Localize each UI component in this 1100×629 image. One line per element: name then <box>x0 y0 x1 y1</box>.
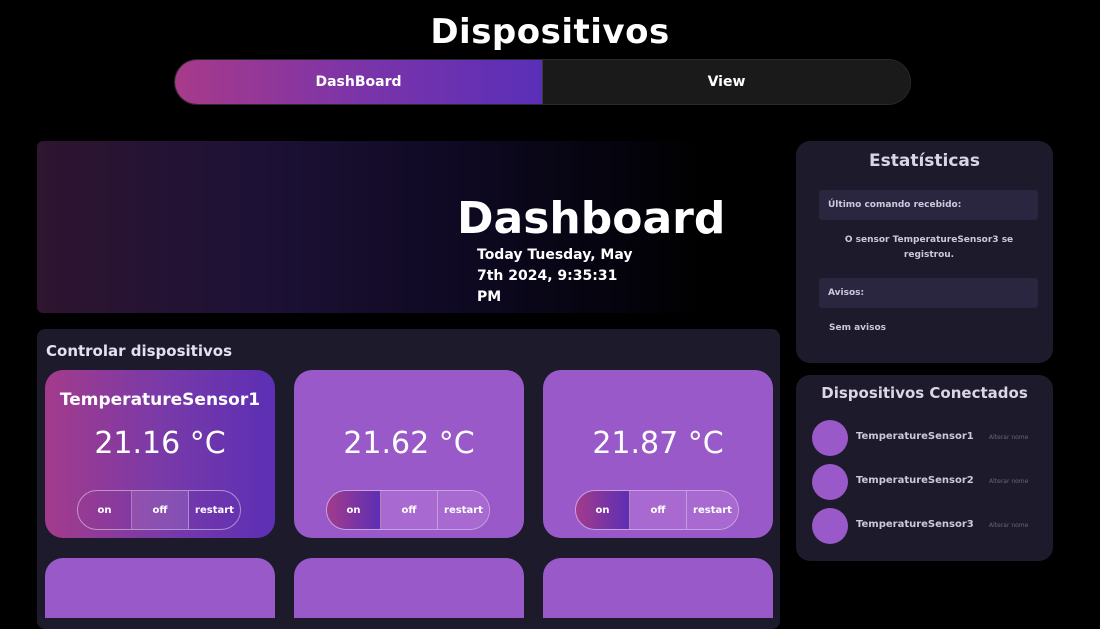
device-card-placeholder <box>294 558 524 618</box>
last-command-label: Último comando recebido: <box>819 190 1038 220</box>
tab-dashboard[interactable]: DashBoard <box>175 60 542 104</box>
on-button[interactable]: on <box>78 491 132 529</box>
restart-button[interactable]: restart <box>687 491 738 529</box>
device-card: 21.62 °C on off restart <box>294 370 524 538</box>
banner-title: Dashboard <box>457 193 726 244</box>
connected-device-name: TemperatureSensor3 <box>856 519 974 530</box>
connected-devices-title: Dispositivos Conectados <box>821 384 1028 402</box>
device-temperature: 21.16 °C <box>94 426 226 461</box>
device-card: 21.87 °C on off restart <box>543 370 773 538</box>
connected-device-item: TemperatureSensor2 Alterar nome <box>812 464 1042 500</box>
connected-device-item: TemperatureSensor1 Alterar nome <box>812 420 1042 456</box>
connected-devices-panel: Dispositivos Conectados TemperatureSenso… <box>796 375 1053 561</box>
rename-link[interactable]: Alterar nome <box>989 434 1028 441</box>
device-avatar <box>812 464 848 500</box>
tab-view[interactable]: View <box>542 60 910 104</box>
off-button[interactable]: off <box>630 491 687 529</box>
date-line-2: 7th 2024, 9:35:31 PM <box>477 268 618 305</box>
restart-button[interactable]: restart <box>438 491 489 529</box>
warnings-value: Sem avisos <box>829 323 887 333</box>
last-command-value: O sensor TemperatureSensor3 se registrou… <box>844 235 1014 260</box>
device-card-placeholder <box>45 558 275 618</box>
off-button[interactable]: off <box>132 491 189 529</box>
device-card-placeholder <box>543 558 773 618</box>
restart-button[interactable]: restart <box>189 491 240 529</box>
device-avatar <box>812 420 848 456</box>
warnings-label: Avisos: <box>819 278 1038 308</box>
on-button[interactable]: on <box>327 491 381 529</box>
device-control-panel: Controlar dispositivos TemperatureSensor… <box>37 329 780 629</box>
rename-link[interactable]: Alterar nome <box>989 522 1028 529</box>
device-temperature: 21.87 °C <box>592 426 724 461</box>
device-button-group: on off restart <box>77 490 241 530</box>
control-heading: Controlar dispositivos <box>46 342 232 360</box>
device-button-group: on off restart <box>326 490 490 530</box>
rename-link[interactable]: Alterar nome <box>989 478 1028 485</box>
device-temperature: 21.62 °C <box>343 426 475 461</box>
date-line-1: Today Tuesday, May <box>477 247 633 263</box>
statistics-panel: Estatísticas Último comando recebido: O … <box>796 141 1053 363</box>
connected-device-name: TemperatureSensor1 <box>856 431 974 442</box>
device-name: TemperatureSensor1 <box>59 390 261 410</box>
device-avatar <box>812 508 848 544</box>
page-title: Dispositivos <box>430 12 670 52</box>
on-button[interactable]: on <box>576 491 630 529</box>
device-card: TemperatureSensor1 21.16 °C on off resta… <box>45 370 275 538</box>
connected-device-item: TemperatureSensor3 Alterar nome <box>812 508 1042 544</box>
statistics-title: Estatísticas <box>868 151 981 171</box>
view-tabs: DashBoard View <box>174 59 911 105</box>
connected-device-name: TemperatureSensor2 <box>856 475 974 486</box>
banner-datetime: Today Tuesday, May 7th 2024, 9:35:31 PM <box>477 245 637 308</box>
off-button[interactable]: off <box>381 491 438 529</box>
dashboard-banner: Dashboard Today Tuesday, May 7th 2024, 9… <box>37 141 780 313</box>
device-button-group: on off restart <box>575 490 739 530</box>
